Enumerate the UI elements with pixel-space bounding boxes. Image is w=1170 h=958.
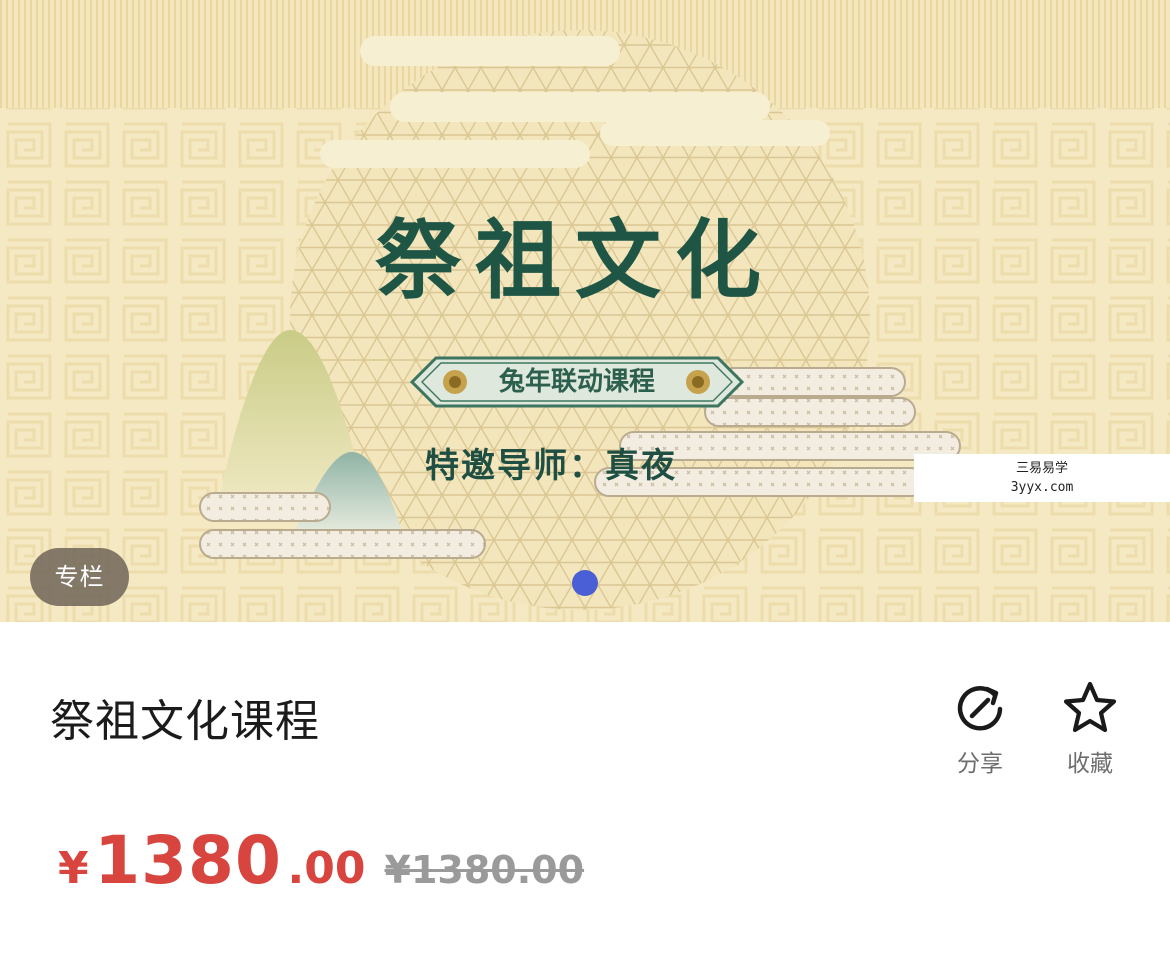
carousel-indicator-dot[interactable] [572, 570, 598, 596]
watermark-line-2: 3yyx.com [1010, 480, 1074, 495]
current-price: ¥ 1380 .00 [58, 822, 365, 899]
price-row: ¥ 1380 .00 ¥1380.00 [58, 822, 584, 902]
banner-title: 祭祖文化 [375, 210, 775, 311]
price-integer: 1380 [94, 822, 282, 899]
original-price: ¥1380.00 [384, 848, 585, 892]
course-title: 祭祖文化课程 [50, 696, 320, 747]
share-icon [957, 686, 1003, 731]
watermark-line-1: 三易易学 [1015, 461, 1068, 476]
course-info-panel: 祭祖文化课程 分享 收藏 ¥ 1380 .00 ¥1380.00 [0, 622, 1170, 958]
course-banner[interactable]: 祭祖文化 兔年联动课程 特邀导师：真夜 三易易学 3yyx.com 专栏 [0, 0, 1170, 622]
watermark: 三易易学 3yyx.com [914, 454, 1170, 502]
favorite-label: 收藏 [1067, 751, 1113, 777]
banner-mentor-text: 特邀导师：真夜 [425, 446, 677, 486]
star-icon [1063, 681, 1117, 733]
banner-ribbon-text: 兔年联动课程 [498, 367, 655, 397]
price-currency: ¥ [58, 843, 89, 894]
favorite-button[interactable]: 收藏 [1050, 678, 1130, 778]
price-decimal: .00 [287, 843, 366, 894]
share-label: 分享 [957, 751, 1003, 777]
column-badge: 专栏 [30, 548, 129, 606]
banner-artwork [0, 0, 1170, 622]
share-button[interactable]: 分享 [940, 678, 1020, 778]
